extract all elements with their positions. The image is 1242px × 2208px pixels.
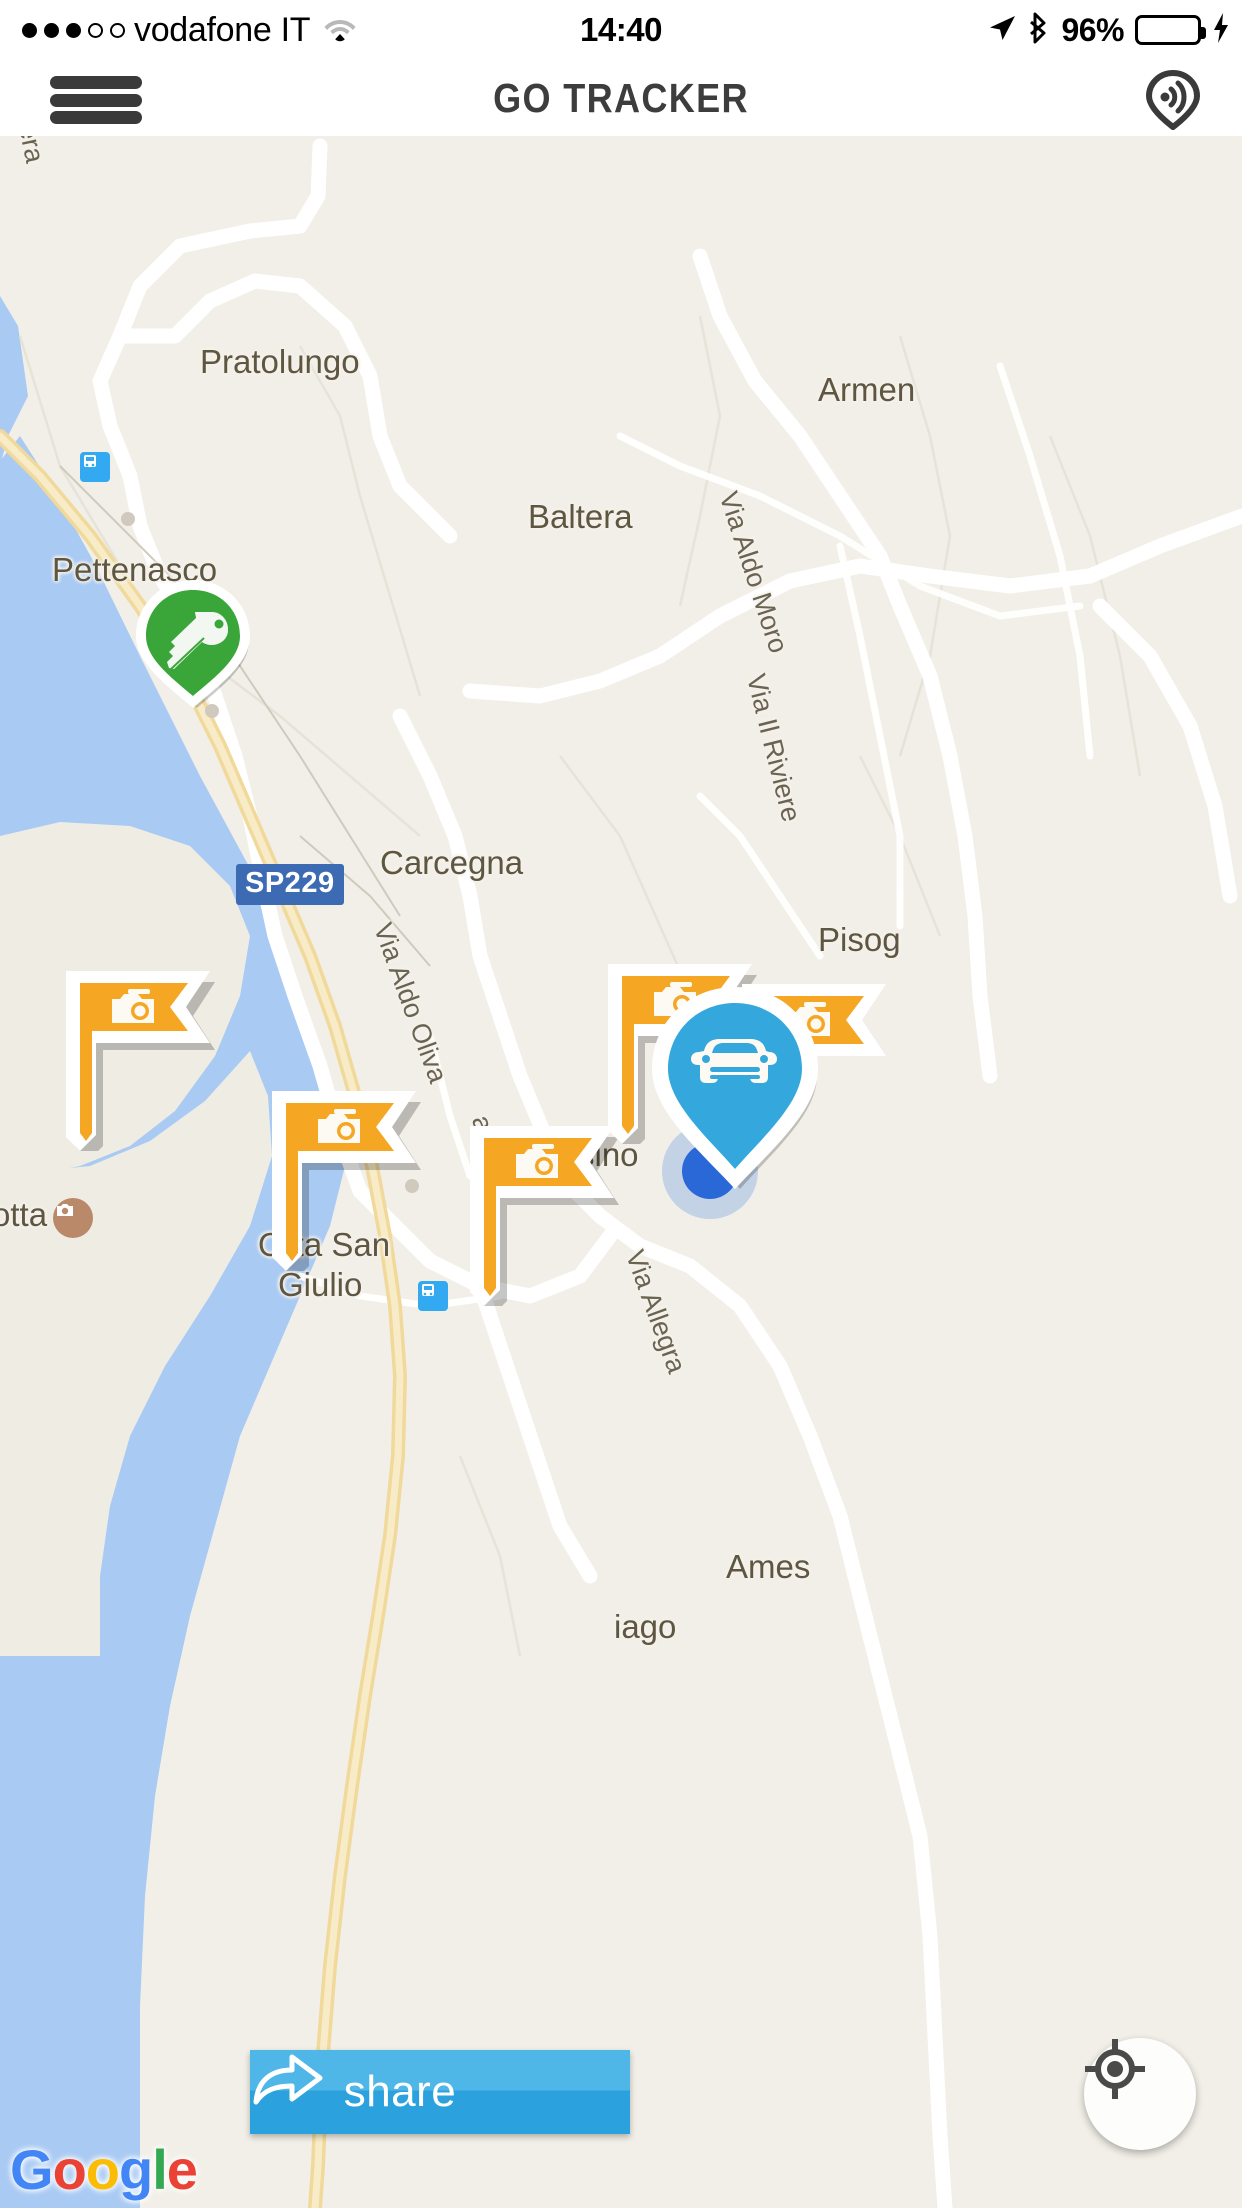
google-logo-letter: e (166, 2138, 198, 2201)
google-logo-letter: G (10, 2138, 54, 2201)
lightning-bolt-icon (1212, 12, 1230, 49)
status-bar-clock: 14:40 (580, 11, 662, 48)
map-place-label: iago (614, 1608, 677, 1645)
map-place-label: Pisog (818, 921, 901, 958)
battery-icon (1135, 15, 1206, 45)
route-shield-badge[interactable]: SP229 (236, 864, 344, 905)
map-place-label: Baltera (528, 498, 633, 535)
map-place-label: otta (0, 1196, 48, 1233)
camera-flag-marker[interactable] (470, 1116, 630, 1306)
car-location-pin-marker[interactable] (640, 981, 830, 1196)
app-root: vodafone IT 14:40 96% GO TRACKER Pratolu… (0, 0, 1242, 2208)
map-place-label: Ames (726, 1548, 811, 1585)
key-location-pin-marker[interactable] (126, 576, 261, 711)
share-button[interactable]: share (250, 2050, 630, 2134)
battery-cap (1201, 27, 1206, 39)
google-logo-letter: g (119, 2138, 153, 2201)
map-place-label: Giulio (278, 1266, 363, 1303)
status-bar: vodafone IT 14:40 96% (0, 0, 1242, 60)
google-logo: Google (10, 2137, 198, 2202)
camera-flag-marker[interactable] (66, 961, 226, 1151)
map-place-label: Carcegna (380, 844, 524, 881)
camera-poi-icon[interactable] (53, 1198, 93, 1238)
map-place-label: Pratolungo (200, 343, 360, 380)
bus-stop-icon[interactable] (418, 1281, 448, 1311)
navigation-bar: GO TRACKER (0, 60, 1242, 136)
bluetooth-icon (1028, 12, 1050, 49)
google-logo-letter: o (85, 2138, 120, 2201)
google-logo-letter: l (152, 2138, 168, 2201)
map-view[interactable]: Pratolungo Baltera Armen Pettenasco Carc… (0, 136, 1242, 2208)
map-place-label: Armen (818, 371, 916, 408)
battery-percentage: 96% (1061, 11, 1124, 48)
my-location-button[interactable] (1084, 2038, 1196, 2150)
google-logo-letter: o (52, 2138, 87, 2201)
location-signal-pin-icon[interactable] (1140, 69, 1206, 131)
camera-flag-marker[interactable] (272, 1081, 432, 1271)
page-title: GO TRACKER (493, 74, 749, 121)
bus-stop-icon[interactable] (80, 452, 110, 482)
location-arrow-icon (987, 13, 1017, 48)
status-bar-right: 96% (987, 0, 1230, 60)
